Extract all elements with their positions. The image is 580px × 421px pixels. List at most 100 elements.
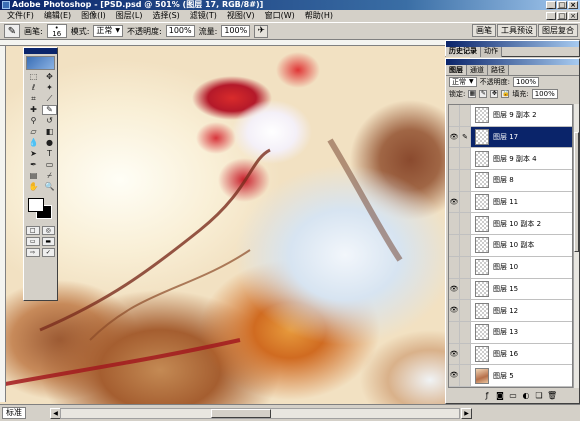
type-tool-icon[interactable]: T — [42, 149, 57, 159]
document-canvas[interactable] — [0, 40, 470, 404]
opacity-field[interactable]: 100% — [165, 25, 195, 37]
link-icon[interactable] — [460, 343, 471, 365]
maximize-button[interactable]: □ — [557, 1, 567, 9]
scroll-right-arrow-icon[interactable]: ▶ — [461, 408, 472, 419]
eye-icon[interactable] — [449, 235, 460, 256]
move-tool-icon[interactable]: ✥ — [42, 72, 57, 82]
brush-tool-icon[interactable]: ✎ — [42, 105, 57, 115]
tab-actions[interactable]: 动作 — [481, 47, 502, 57]
link-icon[interactable] — [460, 170, 471, 191]
layer-row[interactable]: 图层 10 副本 2 — [449, 213, 572, 236]
eye-icon[interactable]: 👁 — [449, 278, 460, 300]
add-mask-icon[interactable]: ◙ — [495, 391, 505, 401]
close-button[interactable]: × — [568, 1, 578, 9]
quick-mask-mode-icon[interactable]: ◎ — [41, 226, 55, 235]
link-icon[interactable] — [460, 278, 471, 300]
doc-close-button[interactable]: × — [568, 12, 578, 20]
adobe-online-icon[interactable] — [26, 56, 55, 70]
layers-scrollbar[interactable] — [573, 104, 579, 388]
tool-preset-picker[interactable]: ✎ — [4, 24, 20, 38]
layer-row[interactable]: 图层 9 副本 2 — [449, 105, 572, 127]
link-icon[interactable] — [460, 386, 471, 387]
link-icon[interactable] — [460, 365, 471, 386]
eye-icon[interactable] — [449, 105, 460, 126]
link-icon[interactable] — [460, 256, 471, 278]
link-icon[interactable] — [460, 213, 471, 235]
eye-icon[interactable]: 👁 — [449, 300, 460, 321]
doc-restore-button[interactable]: □ — [557, 12, 567, 20]
doc-minimize-button[interactable]: _ — [546, 12, 556, 20]
menu-help[interactable]: 帮助(H) — [301, 10, 337, 22]
eye-icon[interactable] — [449, 148, 460, 170]
horizontal-scrollbar[interactable] — [60, 408, 460, 419]
palette-well-tab-tool-presets[interactable]: 工具预设 — [497, 24, 537, 37]
layer-row[interactable]: 👁 ✎ 图层 17 — [449, 126, 572, 149]
menu-image[interactable]: 图像(I) — [77, 10, 110, 22]
adjustment-layer-icon[interactable]: ◐ — [521, 391, 531, 401]
minimize-button[interactable]: _ — [546, 1, 556, 9]
link-icon[interactable]: ✎ — [460, 126, 471, 148]
magic-wand-tool-icon[interactable]: ✦ — [42, 83, 57, 93]
layer-row[interactable]: 👁 图层 16 — [449, 343, 572, 366]
layer-row[interactable]: 👁 图层 5 — [449, 365, 572, 387]
lock-all-icon[interactable]: 🔒 — [501, 90, 510, 98]
tab-history[interactable]: 历史记录 — [446, 47, 481, 57]
shape-tool-icon[interactable]: ▭ — [42, 160, 57, 170]
eye-icon[interactable] — [449, 170, 460, 191]
lock-position-icon[interactable]: ✥ — [490, 90, 499, 98]
airbrush-toggle[interactable]: ✈ — [254, 24, 269, 38]
jump-to-imageready-icon[interactable]: ⇨ — [26, 248, 40, 257]
tab-channels[interactable]: 通道 — [467, 65, 488, 75]
mode-select[interactable]: 正常 ▼ — [93, 25, 124, 37]
layer-row[interactable]: 图层 2 — [449, 386, 572, 387]
full-screen-menu-icon[interactable]: ▬ — [41, 237, 55, 246]
blur-tool-icon[interactable]: 💧 — [26, 138, 41, 148]
layer-row[interactable]: 图层 10 副本 — [449, 235, 572, 257]
fill-field[interactable]: 100% — [531, 89, 558, 99]
lock-image-icon[interactable]: ✎ — [479, 90, 488, 98]
marquee-tool-icon[interactable]: ⬚ — [26, 72, 41, 82]
hand-tool-icon[interactable]: ✋ — [26, 182, 41, 192]
eraser-tool-icon[interactable]: ▱ — [26, 127, 41, 137]
foreground-color-swatch[interactable] — [28, 198, 44, 212]
history-brush-tool-icon[interactable]: ↺ — [42, 116, 57, 126]
start-button[interactable]: 标准 — [2, 407, 26, 419]
menu-file[interactable]: 文件(F) — [3, 10, 38, 22]
standard-mode-icon[interactable]: □ — [26, 226, 40, 235]
gradient-tool-icon[interactable]: ◧ — [42, 127, 57, 137]
lasso-tool-icon[interactable]: ℓ — [26, 83, 41, 93]
link-icon[interactable] — [460, 105, 471, 126]
menu-layer[interactable]: 图层(L) — [112, 10, 147, 22]
menu-edit[interactable]: 编辑(E) — [40, 10, 75, 22]
tab-layers[interactable]: 图层 — [446, 65, 467, 75]
standard-screen-icon[interactable]: ▭ — [26, 237, 40, 246]
checkmark-icon[interactable]: ✓ — [41, 248, 55, 257]
eyedropper-tool-icon[interactable]: ⌿ — [42, 171, 57, 181]
layers-scrollbar-thumb[interactable] — [574, 132, 579, 252]
tab-paths[interactable]: 路径 — [488, 65, 509, 75]
eye-icon[interactable] — [449, 386, 460, 387]
palette-well-tab-layer-comps[interactable]: 图层复合 — [538, 24, 578, 37]
path-selection-tool-icon[interactable]: ➤ — [26, 149, 41, 159]
layer-row[interactable]: 图层 8 — [449, 170, 572, 192]
eye-icon[interactable]: 👁 — [449, 191, 460, 213]
eye-icon[interactable]: 👁 — [449, 126, 460, 148]
slice-tool-icon[interactable]: ⟋ — [42, 94, 57, 104]
eye-icon[interactable] — [449, 321, 460, 343]
lock-transparency-icon[interactable]: ▦ — [468, 90, 477, 98]
notes-tool-icon[interactable]: ▤ — [26, 171, 41, 181]
eye-icon[interactable] — [449, 213, 460, 235]
link-icon[interactable] — [460, 235, 471, 256]
link-icon[interactable] — [460, 321, 471, 343]
horizontal-scrollbar-thumb[interactable] — [211, 409, 271, 418]
menu-view[interactable]: 视图(V) — [223, 10, 259, 22]
crop-tool-icon[interactable]: ⌗ — [26, 94, 41, 104]
layer-row[interactable]: 图层 10 — [449, 256, 572, 279]
healing-brush-tool-icon[interactable]: ✚ — [26, 105, 41, 115]
dodge-tool-icon[interactable]: ● — [42, 138, 57, 148]
pen-tool-icon[interactable]: ✒ — [26, 160, 41, 170]
layer-style-icon[interactable]: ƒ — [482, 391, 492, 401]
link-icon[interactable] — [460, 300, 471, 321]
menu-select[interactable]: 选择(S) — [148, 10, 183, 22]
menu-window[interactable]: 窗口(W) — [261, 10, 299, 22]
